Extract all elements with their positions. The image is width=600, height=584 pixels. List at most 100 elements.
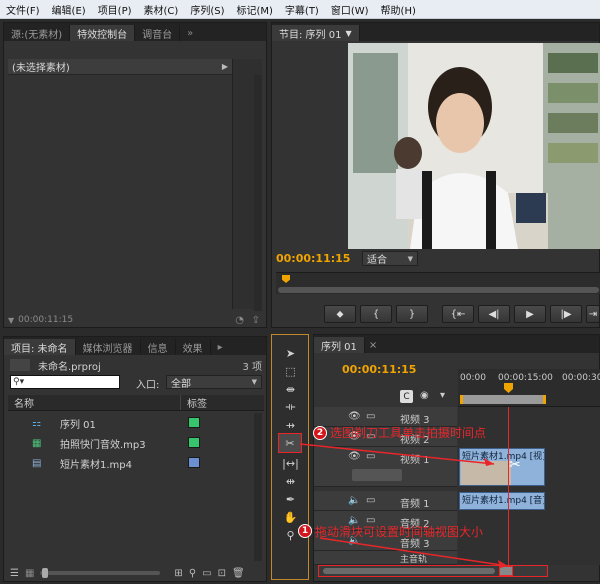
entry-value: 全部 <box>171 378 191 390</box>
playhead-icon[interactable] <box>282 275 290 283</box>
project-panel: 项目: 未命名 媒体浏览器 信息 效果 ▸ 未命名.prproj 3 项 ⚲▾ … <box>3 336 267 582</box>
eye-icon[interactable]: 👁 <box>348 411 361 422</box>
step1-arrow <box>318 536 518 572</box>
mark-in-button[interactable]: { <box>360 305 392 323</box>
go-to-out-button[interactable]: ⇥ <box>586 305 600 323</box>
mark-out-button[interactable]: } <box>396 305 428 323</box>
menu-title[interactable]: 字幕(T) <box>279 2 325 17</box>
delete-icon[interactable]: 🗑 <box>232 568 245 579</box>
tab-effect-controls[interactable]: 特效控制台 <box>70 25 136 41</box>
track-select-tool-icon[interactable]: ⬚ <box>280 363 301 379</box>
column-name[interactable]: 名称 <box>8 395 180 410</box>
project-thumbnail-icon <box>10 359 30 371</box>
search-input[interactable]: ⚲▾ <box>10 375 120 389</box>
step1-marker: 1 <box>298 524 312 538</box>
panel-menu-icon[interactable]: ▸ <box>211 339 230 355</box>
audio-clip[interactable]: 短片素材1.mp4 [音] <box>459 492 545 510</box>
tab-sequence[interactable]: 序列 01 <box>314 337 365 353</box>
close-icon[interactable]: × <box>365 337 381 353</box>
sequence-icon: ⚏ <box>32 417 41 429</box>
program-tabbar: 节目: 序列 01 ▼ <box>272 23 599 41</box>
program-timecode[interactable]: 00:00:11:15 <box>276 252 350 265</box>
entry-dropdown[interactable]: 全部 ▼ <box>166 375 262 390</box>
marker-icon[interactable]: ▾ <box>440 390 445 401</box>
tab-program[interactable]: 节目: 序列 01 ▼ <box>272 25 360 41</box>
add-marker-button[interactable]: ⬥ <box>324 305 356 323</box>
hand-tool-icon[interactable]: ✋ <box>280 509 301 525</box>
tab-project[interactable]: 项目: 未命名 <box>4 339 76 355</box>
clip-icon[interactable]: ◔ <box>235 315 244 326</box>
no-clip-header: (未选择素材) ▶ <box>8 59 232 75</box>
zoom-slider-thumb[interactable] <box>42 568 49 578</box>
new-bin-icon[interactable]: ▭ <box>202 568 211 579</box>
new-item-icon[interactable]: ⊡ <box>218 568 226 579</box>
find-icon[interactable]: ⚲ <box>189 568 196 579</box>
project-item-video[interactable]: ▤ 短片素材1.mp4 <box>10 454 264 472</box>
go-to-in-button[interactable]: {⇤ <box>442 305 474 323</box>
panel-menu-icon[interactable]: » <box>180 25 200 41</box>
menu-sequence[interactable]: 序列(S) <box>184 2 230 17</box>
icon-view-icon[interactable]: ▦ <box>25 568 34 579</box>
keyframe-icon[interactable]: ◉ <box>420 390 429 401</box>
menu-edit[interactable]: 编辑(E) <box>46 2 92 17</box>
program-monitor: 节目: 序列 01 ▼ 00:00:11:15 适合 ▼ ⬥ {} {⇤ ◀|… <box>271 22 600 328</box>
menu-file[interactable]: 文件(F) <box>0 2 46 17</box>
tab-audio-mixer[interactable]: 调音台 <box>135 25 181 41</box>
tab-effects[interactable]: 效果 <box>176 339 211 355</box>
column-label[interactable]: 标签 <box>180 395 207 410</box>
fit-dropdown[interactable]: 适合 ▼ <box>362 251 418 266</box>
menu-help[interactable]: 帮助(H) <box>375 2 422 17</box>
automate-icon[interactable]: ⊞ <box>174 568 182 579</box>
expand-arrow-icon[interactable]: ▶ <box>222 62 228 71</box>
search-icon: ⚲▾ <box>13 377 25 387</box>
lock-icon[interactable]: ▭ <box>366 411 375 422</box>
ruler-tick-label: 00:00:30 <box>562 373 600 383</box>
slide-tool-icon[interactable]: ⇹ <box>280 473 301 489</box>
pen-tool-icon[interactable]: ✒ <box>280 491 301 507</box>
tab-media-browser[interactable]: 媒体浏览器 <box>76 339 141 355</box>
step2-arrow <box>298 442 498 472</box>
project-item-audio[interactable]: ▦ 拍照快门音效.mp3 <box>10 434 264 452</box>
label-swatch-audio[interactable] <box>188 437 200 448</box>
effect-scrollbar[interactable] <box>254 75 262 311</box>
play-button[interactable]: ▶ <box>514 305 546 323</box>
work-area-bar[interactable] <box>460 395 546 404</box>
timeline-playhead-icon[interactable] <box>504 383 513 393</box>
export-icon[interactable]: ⇪ <box>252 315 260 326</box>
program-time-ruler[interactable] <box>276 272 600 294</box>
project-item-sequence[interactable]: ⚏ 序列 01 <box>10 414 264 432</box>
rate-stretch-tool-icon[interactable]: ⇸ <box>280 417 301 433</box>
track-audio1[interactable]: 🔈 ▭ 音频 1 <box>314 491 457 511</box>
selection-tool-icon[interactable]: ➤ <box>280 345 301 361</box>
label-swatch-video[interactable] <box>188 457 200 468</box>
zoom-slider[interactable] <box>40 568 161 578</box>
step-back-button[interactable]: ◀| <box>478 305 510 323</box>
ruler-tick-label: 00:00:15:00 <box>498 373 553 383</box>
speaker-icon[interactable]: 🔈 <box>348 495 360 506</box>
project-item-name: 序列 01 <box>60 419 96 431</box>
menu-project[interactable]: 项目(P) <box>92 2 138 17</box>
menu-marker[interactable]: 标记(M) <box>230 2 278 17</box>
zoom-bar[interactable] <box>278 287 599 293</box>
project-scrollbar[interactable] <box>254 413 262 561</box>
lock-icon[interactable]: ▭ <box>366 495 375 506</box>
snap-icon[interactable]: C <box>400 390 413 403</box>
track-label: 音频 1 <box>400 499 430 510</box>
tab-source[interactable]: 源:(无素材) <box>4 25 71 41</box>
menu-clip[interactable]: 素材(C) <box>138 2 185 17</box>
timeline-ruler[interactable]: 00:00 00:00:15:00 00:00:30 <box>458 369 600 407</box>
video-file-icon: ▤ <box>32 457 42 469</box>
label-swatch-sequence[interactable] <box>188 417 200 428</box>
list-view-icon[interactable]: ☰ <box>10 568 19 579</box>
video-frame-image <box>348 43 600 249</box>
ripple-edit-tool-icon[interactable]: ⇼ <box>280 381 301 397</box>
project-item-name: 短片素材1.mp4 <box>60 459 132 471</box>
menu-window[interactable]: 窗口(W) <box>325 2 375 17</box>
tab-info[interactable]: 信息 <box>141 339 176 355</box>
dropdown-arrow-icon[interactable]: ▼ <box>8 316 14 325</box>
rolling-edit-tool-icon[interactable]: ⟛ <box>280 399 301 415</box>
step-forward-button[interactable]: |▶ <box>550 305 582 323</box>
project-file-name: 未命名.prproj <box>38 361 101 373</box>
entry-label: 入口: <box>136 380 160 391</box>
timeline-timecode[interactable]: 00:00:11:15 <box>342 363 416 376</box>
